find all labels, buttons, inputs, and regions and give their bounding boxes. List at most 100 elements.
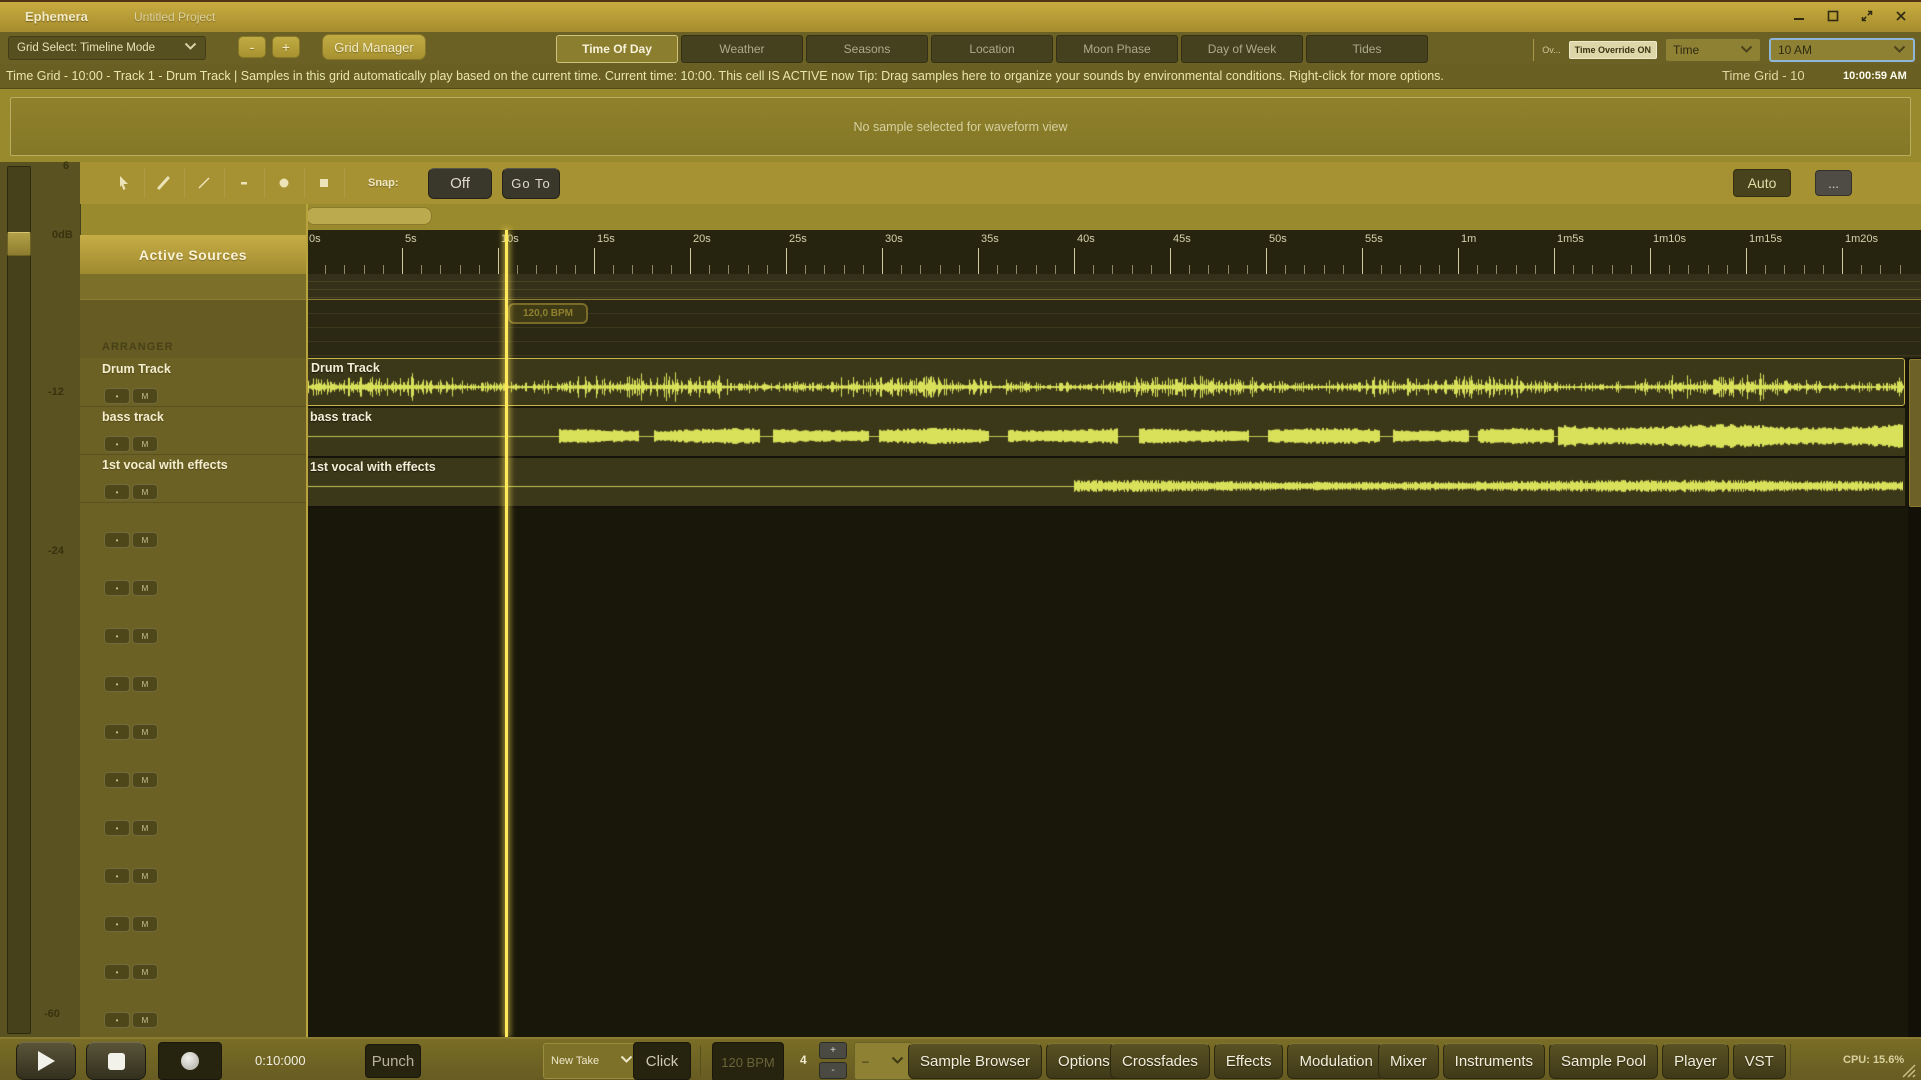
vertical-scrollbar-thumb[interactable] (1909, 359, 1921, 507)
line-tool-icon[interactable] (184, 168, 225, 198)
punch-button[interactable]: Punch (365, 1044, 421, 1078)
master-fader-handle[interactable] (7, 232, 31, 256)
ruler-tick (959, 265, 960, 274)
panel-button-sample-pool[interactable]: Sample Pool (1549, 1043, 1659, 1079)
dash-tool-icon[interactable] (224, 168, 265, 198)
panel-button-vst[interactable]: VST (1732, 1043, 1786, 1079)
record-arm-button[interactable]: • (104, 532, 130, 548)
beats-increment-button[interactable]: + (819, 1042, 847, 1059)
select-tool-icon[interactable] (104, 168, 145, 198)
snap-toggle-button[interactable]: Off (428, 168, 492, 199)
empty-track-slot[interactable]: • M (80, 742, 306, 790)
record-button[interactable] (158, 1042, 222, 1080)
track-header[interactable]: Drum Track • M (80, 358, 306, 407)
panel-button-crossfades[interactable]: Crossfades (1110, 1043, 1210, 1079)
fullscreen-icon[interactable] (1855, 6, 1879, 26)
empty-track-slot[interactable]: • M (80, 550, 306, 598)
record-arm-button[interactable]: • (104, 868, 130, 884)
auto-button[interactable]: Auto (1733, 169, 1791, 197)
empty-track-slot[interactable]: • M (80, 598, 306, 646)
panel-button-sample-browser[interactable]: Sample Browser (908, 1043, 1043, 1079)
more-options-button[interactable]: ... (1815, 170, 1852, 196)
playhead[interactable] (505, 230, 508, 1037)
panel-button-player[interactable]: Player (1662, 1043, 1729, 1079)
record-arm-button[interactable]: • (104, 628, 130, 644)
mute-button[interactable]: M (132, 580, 158, 596)
maximize-icon[interactable] (1821, 6, 1845, 26)
pencil-tool-icon[interactable] (144, 168, 185, 198)
record-arm-button[interactable]: • (104, 820, 130, 836)
master-fader-track[interactable] (7, 166, 31, 1034)
time-override-button[interactable]: Time Override ON (1568, 41, 1657, 59)
time-ruler[interactable]: 0s 5s 10s 15s 20s 25s 30s 35s 40s 45s 50s 55s 1m 1m5s… (306, 230, 1921, 274)
record-arm-button[interactable]: • (104, 484, 130, 500)
minimize-icon[interactable] (1787, 6, 1811, 26)
tab-location[interactable]: Location (931, 35, 1053, 63)
mute-button[interactable]: M (132, 820, 158, 836)
empty-track-slot[interactable]: • M (80, 646, 306, 694)
record-arm-button[interactable]: • (104, 676, 130, 692)
grid-manager-button[interactable]: Grid Manager (322, 34, 426, 60)
tab-seasons[interactable]: Seasons (806, 35, 928, 63)
track-header[interactable]: bass track • M (80, 406, 306, 455)
record-arm-button[interactable]: • (104, 580, 130, 596)
empty-track-slot[interactable]: • M (80, 502, 306, 550)
horizontal-scrollbar-thumb[interactable] (306, 207, 432, 225)
clip[interactable]: Drum Track (306, 358, 1905, 406)
mute-button[interactable]: M (132, 676, 158, 692)
record-arm-button[interactable]: • (104, 436, 130, 452)
take-dropdown[interactable]: New Take (543, 1043, 641, 1079)
tab-weather[interactable]: Weather (681, 35, 803, 63)
empty-track-slot[interactable]: • M (80, 934, 306, 982)
mute-button[interactable]: M (132, 484, 158, 500)
division-dropdown[interactable]: – (854, 1042, 912, 1080)
mute-button[interactable]: M (132, 436, 158, 452)
panel-button-effects[interactable]: Effects (1213, 1043, 1284, 1079)
tab-time-of-day[interactable]: Time Of Day (556, 35, 678, 63)
record-arm-button[interactable]: • (104, 916, 130, 932)
panel-button-instruments[interactable]: Instruments (1442, 1043, 1546, 1079)
mute-button[interactable]: M (132, 388, 158, 404)
beats-decrement-button[interactable]: - (819, 1062, 847, 1079)
empty-track-slot[interactable]: • M (80, 982, 306, 1030)
record-arm-button[interactable]: • (104, 388, 130, 404)
grid-select-dropdown[interactable]: Grid Select: Timeline Mode (8, 36, 206, 60)
close-icon[interactable] (1889, 6, 1913, 26)
mute-button[interactable]: M (132, 772, 158, 788)
empty-track-slot[interactable]: • M (80, 886, 306, 934)
record-arm-button[interactable]: • (104, 724, 130, 740)
tab-tides[interactable]: Tides (1306, 35, 1428, 63)
panel-button-modulation[interactable]: Modulation (1287, 1043, 1385, 1079)
clip[interactable]: 1st vocal with effects (306, 458, 1905, 508)
clip[interactable]: bass track (306, 408, 1905, 458)
grid-zoom-out-button[interactable]: - (238, 36, 266, 58)
empty-track-slot[interactable]: • M (80, 694, 306, 742)
play-button[interactable] (16, 1042, 76, 1080)
tab-moon-phase[interactable]: Moon Phase (1056, 35, 1178, 63)
click-button[interactable]: Click (633, 1042, 691, 1080)
resize-grip-icon[interactable] (1900, 1062, 1916, 1080)
goto-button[interactable]: Go To (502, 168, 560, 199)
empty-track-slot[interactable]: • M (80, 790, 306, 838)
mute-button[interactable]: M (132, 916, 158, 932)
mute-button[interactable]: M (132, 1012, 158, 1028)
grid-zoom-in-button[interactable]: + (272, 36, 300, 58)
override-mode-dropdown[interactable]: Time (1665, 38, 1761, 62)
record-arm-button[interactable]: • (104, 964, 130, 980)
record-arm-button[interactable]: • (104, 772, 130, 788)
override-time-dropdown[interactable]: 10 AM (1769, 38, 1915, 62)
circle-tool-icon[interactable] (264, 168, 305, 198)
square-tool-icon[interactable] (304, 168, 345, 198)
mute-button[interactable]: M (132, 628, 158, 644)
panel-button-mixer[interactable]: Mixer (1378, 1043, 1439, 1079)
empty-track-slot[interactable]: • M (80, 838, 306, 886)
mute-button[interactable]: M (132, 868, 158, 884)
track-header[interactable]: 1st vocal with effects • M (80, 454, 306, 503)
stop-button[interactable] (86, 1042, 146, 1080)
record-arm-button[interactable]: • (104, 1012, 130, 1028)
tab-day-of-week[interactable]: Day of Week (1181, 35, 1303, 63)
mute-button[interactable]: M (132, 964, 158, 980)
mute-button[interactable]: M (132, 532, 158, 548)
tempo-marker[interactable]: 120,0 BPM (508, 303, 588, 324)
mute-button[interactable]: M (132, 724, 158, 740)
